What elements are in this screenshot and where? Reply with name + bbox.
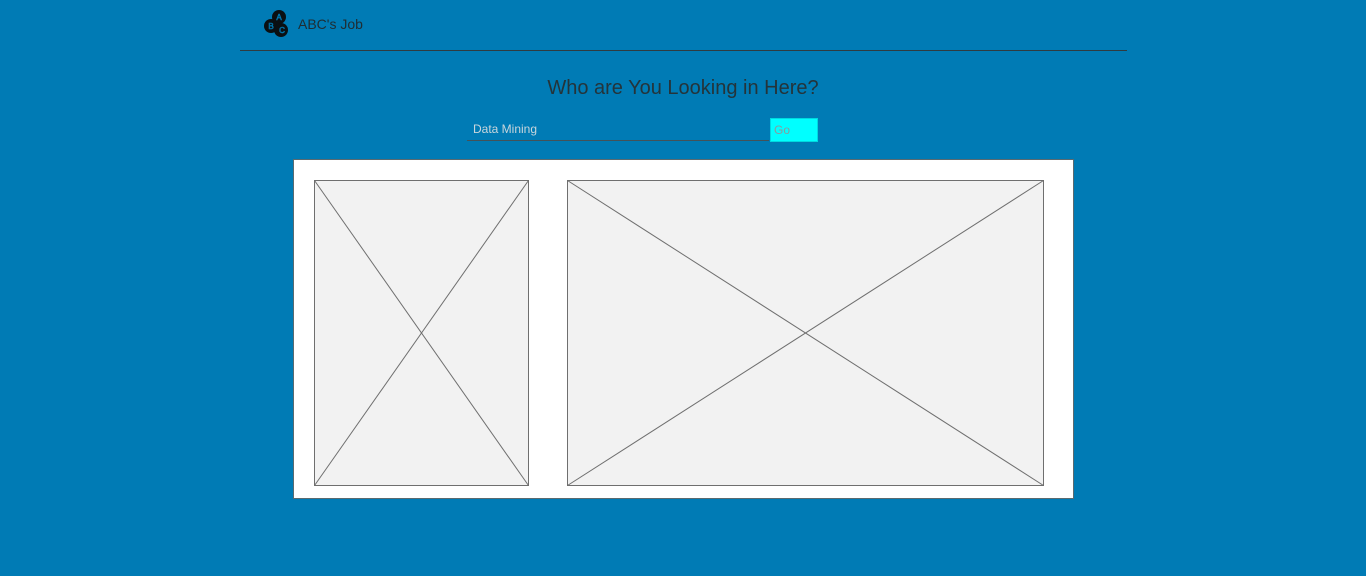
- page-heading: Who are You Looking in Here?: [547, 77, 819, 99]
- logo-letter-a: A: [276, 13, 282, 22]
- content-panel: [293, 159, 1074, 499]
- image-placeholder-icon: [314, 180, 529, 486]
- image-placeholder-right: [567, 180, 1044, 486]
- abc-logo[interactable]: A B C: [262, 9, 292, 39]
- image-placeholder-left: [314, 180, 529, 486]
- logo-icon: A B C: [264, 10, 288, 37]
- image-placeholder-icon: [567, 180, 1044, 486]
- header-bar: A B C ABC's Job: [240, 0, 1127, 51]
- brand-title[interactable]: ABC's Job: [298, 16, 363, 32]
- logo-letter-b: B: [268, 22, 273, 31]
- go-button[interactable]: Go: [770, 118, 818, 142]
- logo-letter-c: C: [279, 26, 285, 35]
- search-input[interactable]: [467, 118, 769, 141]
